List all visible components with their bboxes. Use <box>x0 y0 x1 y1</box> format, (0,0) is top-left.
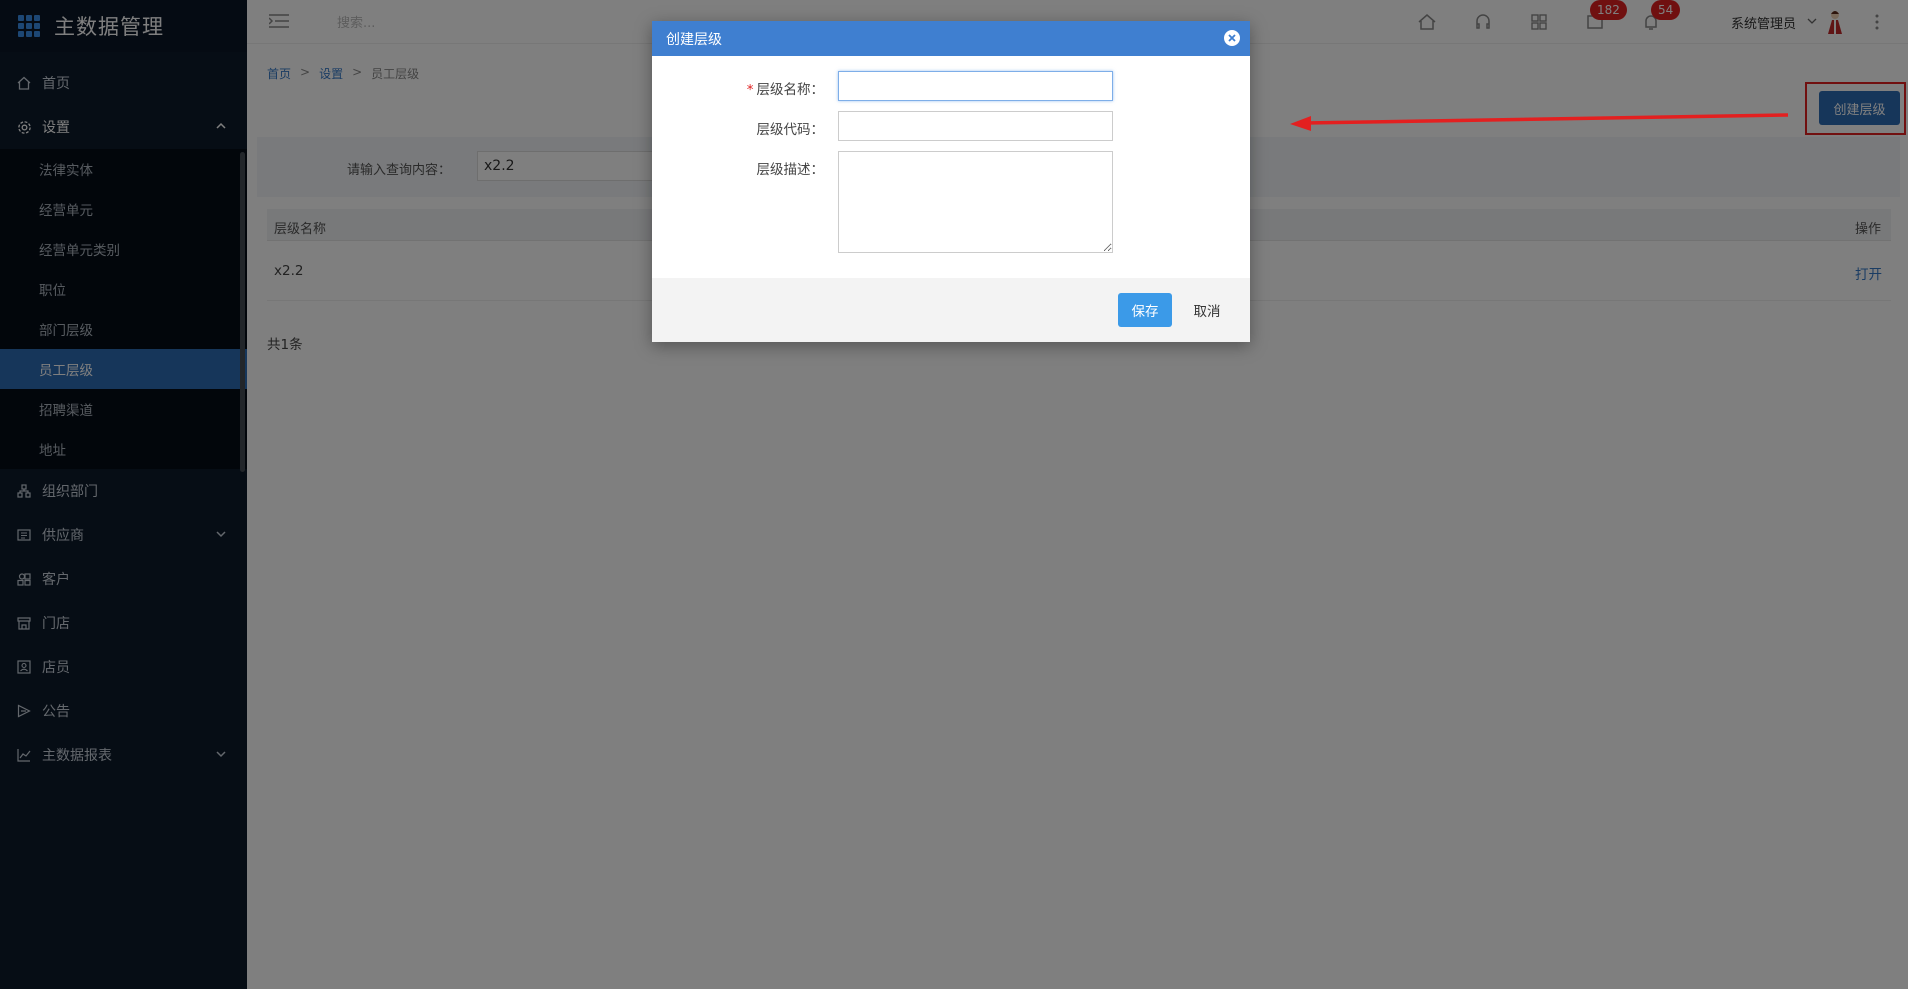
level-code-input[interactable] <box>838 111 1113 141</box>
level-name-label: * 层级名称： <box>746 82 824 98</box>
save-button[interactable]: 保存 <box>1118 293 1172 327</box>
close-icon[interactable] <box>1224 30 1240 46</box>
dialog-title: 创建层级 <box>666 31 722 48</box>
dialog-footer: 保存 取消 <box>652 278 1250 342</box>
dialog-header: 创建层级 <box>652 21 1250 56</box>
create-level-dialog: 创建层级 * 层级名称： 层级代码： 层级描述： 保存 取消 <box>652 21 1250 342</box>
level-description-label: 层级描述： <box>756 162 825 178</box>
cancel-button[interactable]: 取消 <box>1182 293 1232 327</box>
required-marker: * <box>746 82 754 98</box>
level-description-textarea[interactable] <box>838 151 1113 253</box>
level-name-input[interactable] <box>838 71 1113 101</box>
level-code-label: 层级代码： <box>756 122 825 138</box>
